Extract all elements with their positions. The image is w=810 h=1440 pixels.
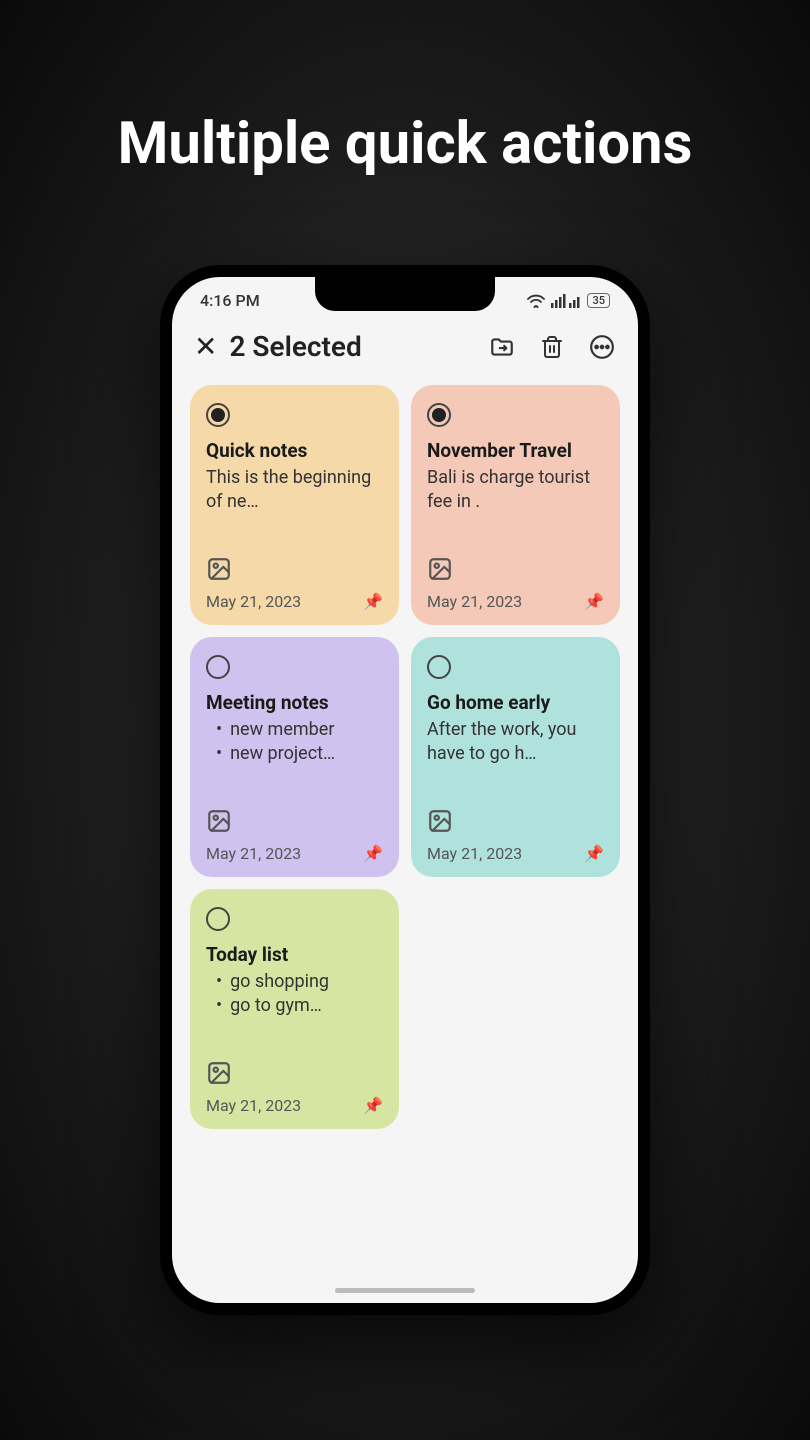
note-body: new membernew project… [206, 718, 383, 767]
status-time: 4:16 PM [200, 291, 260, 310]
note-footer: May 21, 2023 📌 [206, 808, 383, 863]
home-indicator[interactable] [335, 1288, 475, 1293]
pin-icon: 📌 [363, 592, 383, 611]
note-card[interactable]: Go home early After the work, you have to… [411, 637, 620, 877]
notes-grid: Quick notes This is the beginning of ne… M… [172, 373, 638, 1141]
note-footer: May 21, 2023 📌 [427, 556, 604, 611]
marketing-headline: Multiple quick actions [0, 0, 810, 178]
selection-title: 2 Selected [229, 330, 361, 363]
pin-icon: 📌 [584, 844, 604, 863]
note-date: May 21, 2023 [206, 844, 301, 863]
note-date: May 21, 2023 [206, 1096, 301, 1115]
image-icon [206, 808, 383, 838]
note-bullet: new member [216, 718, 383, 742]
note-card[interactable]: Meeting notes new membernew project… May 2… [190, 637, 399, 877]
note-date: May 21, 2023 [427, 844, 522, 863]
note-bullet: new project… [216, 742, 383, 766]
more-icon[interactable] [588, 333, 616, 361]
note-body: After the work, you have to go h… [427, 718, 604, 767]
image-icon [427, 808, 604, 838]
note-bullet: go shopping [216, 970, 383, 994]
image-icon [206, 556, 383, 586]
pin-icon: 📌 [363, 844, 383, 863]
select-toggle[interactable] [206, 907, 230, 931]
battery-icon: 35 [587, 293, 610, 308]
selected-dot-icon [432, 408, 446, 422]
note-title: Go home early [427, 691, 604, 714]
note-title: Meeting notes [206, 691, 383, 714]
signal-icon [551, 294, 581, 308]
select-toggle[interactable] [206, 655, 230, 679]
note-footer: May 21, 2023 📌 [206, 556, 383, 611]
select-toggle[interactable] [427, 655, 451, 679]
select-toggle[interactable] [206, 403, 230, 427]
select-toggle[interactable] [427, 403, 451, 427]
notch [315, 277, 495, 311]
note-title: Today list [206, 943, 383, 966]
note-card[interactable]: Today list go shoppinggo to gym… May 21, 2… [190, 889, 399, 1129]
image-icon [427, 556, 604, 586]
note-title: November Travel [427, 439, 604, 462]
pin-icon: 📌 [363, 1096, 383, 1115]
move-to-folder-icon[interactable] [488, 333, 516, 361]
screen: 4:16 PM 35 ✕ 2 Selected [172, 277, 638, 1303]
note-date: May 21, 2023 [206, 592, 301, 611]
phone-frame: 4:16 PM 35 ✕ 2 Selected [160, 265, 650, 1315]
close-icon[interactable]: ✕ [194, 333, 217, 361]
note-footer: May 21, 2023 📌 [206, 1060, 383, 1115]
note-bullet: go to gym… [216, 994, 383, 1018]
note-body: This is the beginning of ne… [206, 466, 383, 515]
pin-icon: 📌 [584, 592, 604, 611]
note-date: May 21, 2023 [427, 592, 522, 611]
note-card[interactable]: Quick notes This is the beginning of ne… M… [190, 385, 399, 625]
status-right: 35 [527, 293, 610, 308]
app-header: ✕ 2 Selected [172, 314, 638, 373]
selected-dot-icon [211, 408, 225, 422]
note-title: Quick notes [206, 439, 383, 462]
note-card[interactable]: November Travel Bali is charge tourist fe… [411, 385, 620, 625]
note-body: go shoppinggo to gym… [206, 970, 383, 1019]
note-footer: May 21, 2023 📌 [427, 808, 604, 863]
wifi-icon [527, 294, 545, 308]
trash-icon[interactable] [538, 333, 566, 361]
image-icon [206, 1060, 383, 1090]
note-body: Bali is charge tourist fee in . [427, 466, 604, 515]
